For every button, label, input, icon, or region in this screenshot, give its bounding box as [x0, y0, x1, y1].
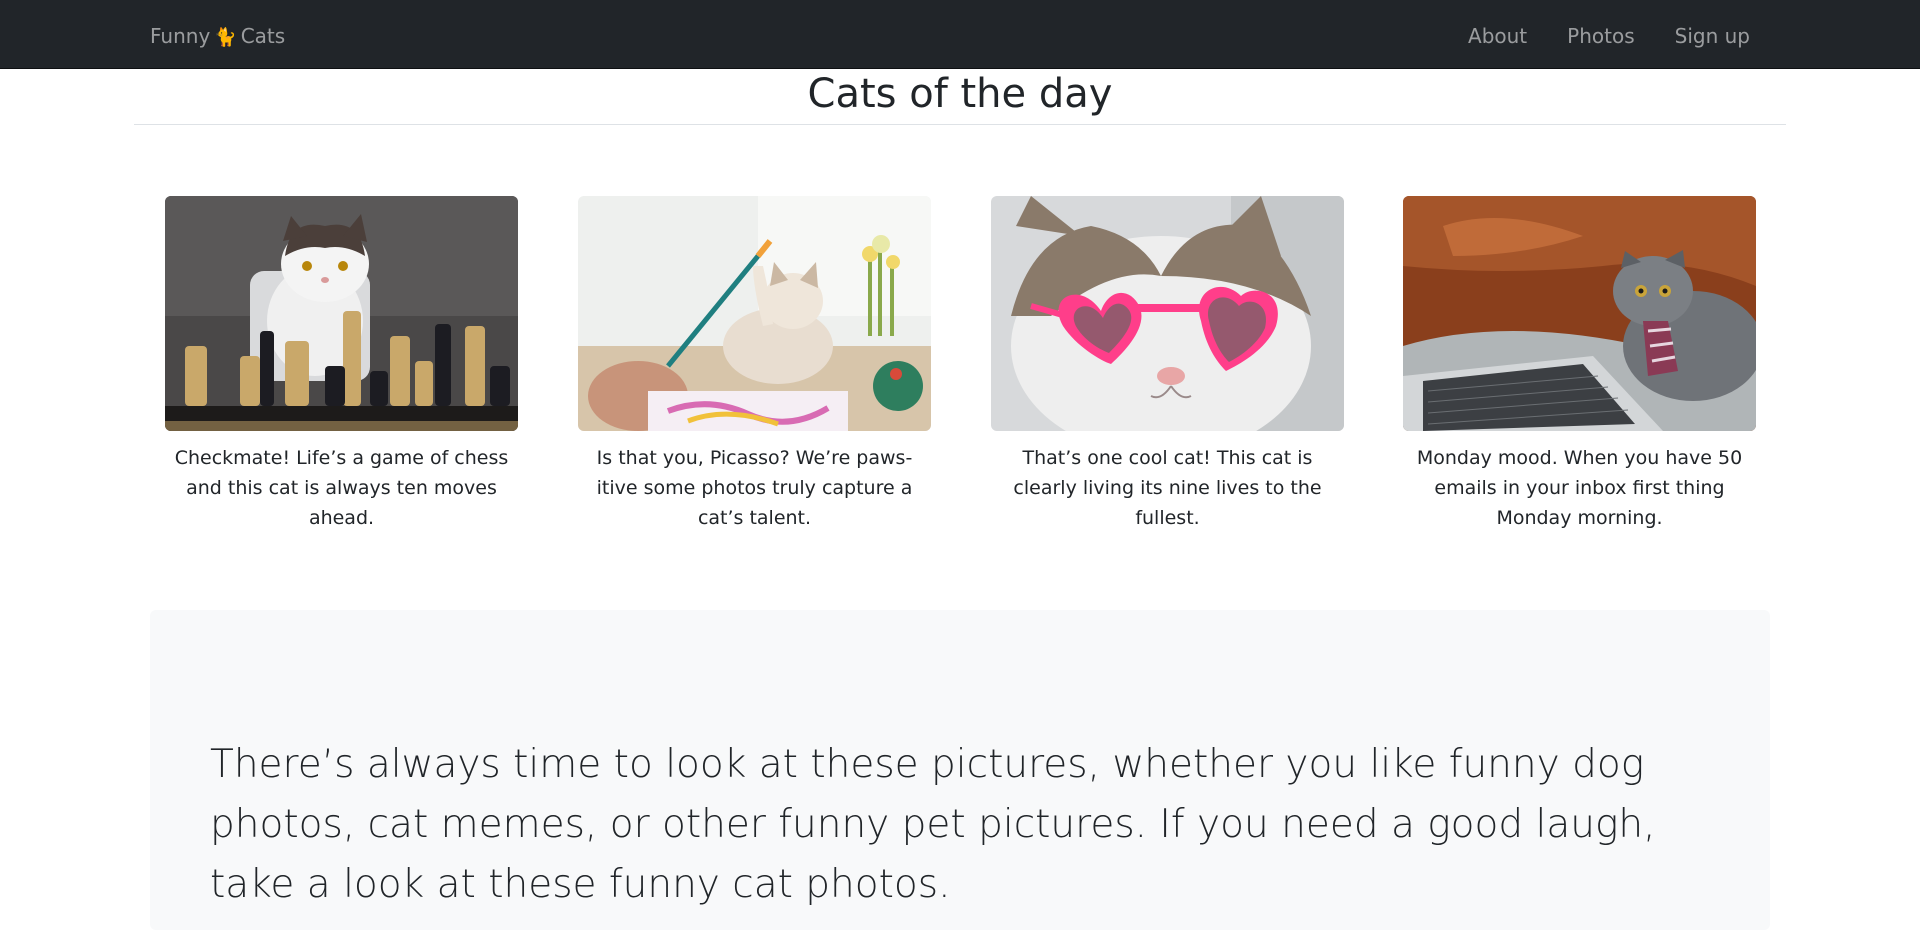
nav-link-photos[interactable]: Photos — [1567, 22, 1634, 50]
cat-heart-sunglasses-photo — [991, 196, 1344, 431]
card-caption: Is that you, Picasso? We’re paws-itive s… — [596, 447, 913, 529]
cat-cards-row: Checkmate! Life’s a game of chess and th… — [165, 196, 1756, 536]
cat-card-chess: Checkmate! Life’s a game of chess and th… — [165, 196, 518, 533]
brand-text-left: Funny — [150, 24, 211, 48]
cat-playing-chess-photo — [165, 196, 518, 431]
cat-painting-photo — [578, 196, 931, 431]
cat-card-laptop: Monday mood. When you have 50 emails in … — [1403, 196, 1756, 533]
brand-text-right: Cats — [240, 24, 286, 48]
navbar: Funny 🐈 Cats About Photos Sign up — [0, 0, 1920, 69]
card-caption: Monday mood. When you have 50 emails in … — [1416, 447, 1743, 529]
nav-link-sign-up[interactable]: Sign up — [1675, 22, 1750, 50]
nav-links: About Photos Sign up — [1428, 22, 1750, 50]
brand-link[interactable]: Funny 🐈 Cats — [150, 22, 285, 52]
cat-icon: 🐈 — [214, 27, 237, 48]
jumbotron: There’s always time to look at these pic… — [150, 610, 1770, 930]
cat-card-painting: Is that you, Picasso? We’re paws-itive s… — [578, 196, 931, 533]
lead-text: There’s always time to look at these pic… — [210, 742, 1656, 907]
page-title: Cats of the day — [134, 69, 1786, 125]
cat-laptop-tie-photo — [1403, 196, 1756, 431]
cat-card-sunglasses: That’s one cool cat! This cat is clearly… — [991, 196, 1344, 533]
card-caption: That’s one cool cat! This cat is clearly… — [1013, 447, 1322, 529]
nav-link-about[interactable]: About — [1468, 22, 1527, 50]
card-caption: Checkmate! Life’s a game of chess and th… — [174, 447, 509, 529]
